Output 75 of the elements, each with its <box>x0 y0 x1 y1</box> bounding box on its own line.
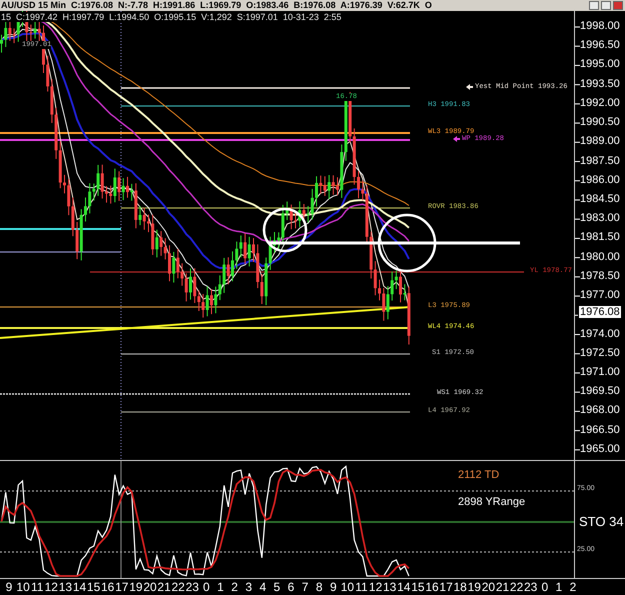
arrow-icon <box>453 136 460 142</box>
highlight-circle <box>262 208 308 252</box>
indicator-name: STO 34 <box>579 514 624 529</box>
price-tick-label: 1978.50 <box>580 270 620 283</box>
time-tick-label: 23 <box>186 580 199 594</box>
time-tick-label: 23 <box>524 580 538 594</box>
price-tick-label: 1966.50 <box>580 424 620 437</box>
price-tick-label: 1969.50 <box>580 385 620 398</box>
time-tick-label: 12 <box>368 580 382 594</box>
time-tick-label: 3 <box>245 580 252 594</box>
time-tick-label: 18 <box>454 580 467 594</box>
time-tick-label: 9 <box>330 580 337 594</box>
time-tick-label: 17 <box>115 580 128 594</box>
time-tick-label: 19 <box>468 580 481 594</box>
current-price-label: 1976.08 <box>578 305 622 319</box>
time-tick-label: 7 <box>302 580 308 594</box>
price-tick-label: 1993.50 <box>580 78 620 91</box>
arrow-icon <box>466 84 473 90</box>
time-tick-label: 22 <box>172 580 185 594</box>
price-tick-label: 1972.50 <box>580 346 620 360</box>
time-tick-label: 9 <box>6 580 12 594</box>
price-tick-label: 1965.00 <box>580 442 620 456</box>
price-tick-label: 1990.50 <box>580 116 620 130</box>
time-tick-label: 16 <box>425 580 439 594</box>
time-tick-label: 16 <box>101 580 114 594</box>
price-tick-label: 1984.50 <box>580 192 620 206</box>
time-tick-label: 15 <box>86 580 100 594</box>
time-tick-label: 8 <box>316 580 323 594</box>
price-tick-label: 1987.50 <box>580 154 620 168</box>
time-tick-label: 2 <box>231 580 238 594</box>
time-tick-label: 12 <box>44 580 58 594</box>
time-tick-label: 20 <box>143 580 157 594</box>
time-tick-label: 11 <box>355 580 368 594</box>
time-tick-label: 6 <box>288 580 294 594</box>
time-tick-label: 21 <box>496 580 510 594</box>
price-tick-label: 1998.00 <box>580 20 620 33</box>
price-tick-label: 1968.00 <box>580 404 620 418</box>
price-tick-label: 1981.50 <box>580 231 620 244</box>
indicator-label: 2898 YRange <box>458 496 526 508</box>
price-tick-label: 1971.00 <box>580 366 620 379</box>
time-tick-label: 0 <box>203 580 210 594</box>
time-tick-label: 2 <box>570 580 576 594</box>
price-tick-label: 1983.00 <box>580 212 620 226</box>
time-tick-label: 10 <box>340 580 354 594</box>
time-tick-label: 15 <box>411 580 425 594</box>
time-tick-label: 14 <box>397 580 410 594</box>
price-tick-label: 1989.00 <box>580 135 620 148</box>
time-tick-label: 17 <box>439 580 453 594</box>
price-tick-label: 1980.00 <box>580 250 620 264</box>
minimize-button[interactable] <box>589 1 599 10</box>
price-tick-label: 1974.00 <box>580 328 620 341</box>
time-tick-label: 21 <box>157 580 171 594</box>
time-tick-label: 5 <box>274 580 280 594</box>
time-tick-label: 11 <box>30 580 44 594</box>
time-tick-label: 22 <box>510 580 524 594</box>
time-tick-label: 14 <box>72 580 86 594</box>
time-tick-label: 19 <box>129 580 143 594</box>
maximize-button[interactable] <box>601 1 611 10</box>
time-tick-label: 0 <box>541 580 548 594</box>
time-tick-label: 10 <box>16 580 30 594</box>
time-tick-label: 13 <box>383 580 396 594</box>
price-tick-label: 1995.00 <box>580 58 620 72</box>
time-tick-label: 13 <box>58 580 72 594</box>
price-tick-label: 1992.00 <box>580 96 620 110</box>
time-tick-label: 20 <box>482 580 496 594</box>
time-tick-label: 1 <box>556 580 562 594</box>
price-tick-label: 1977.00 <box>580 289 620 302</box>
time-tick-label: 4 <box>259 580 266 594</box>
time-tick-label: 1 <box>217 580 224 594</box>
price-tick-label: 1986.00 <box>580 174 620 187</box>
bar-info-text: 15 C:1997.42 H:1997.79 L:1994.50 O:1995.15 V:1,292 S:1997.01 10-31-23 2:55 <box>0 12 342 22</box>
window-title: AU/USD 15 Min C:1976.08 N:-7.78 H:1991.86 L:1969.79 O:1983.46 B:1976.08 A:1976.39 V:62.7K O <box>1 0 432 11</box>
highlight-circle <box>378 214 436 272</box>
indicator-label: 2112 TD <box>458 469 500 481</box>
price-tick-label: 1996.50 <box>580 39 620 52</box>
